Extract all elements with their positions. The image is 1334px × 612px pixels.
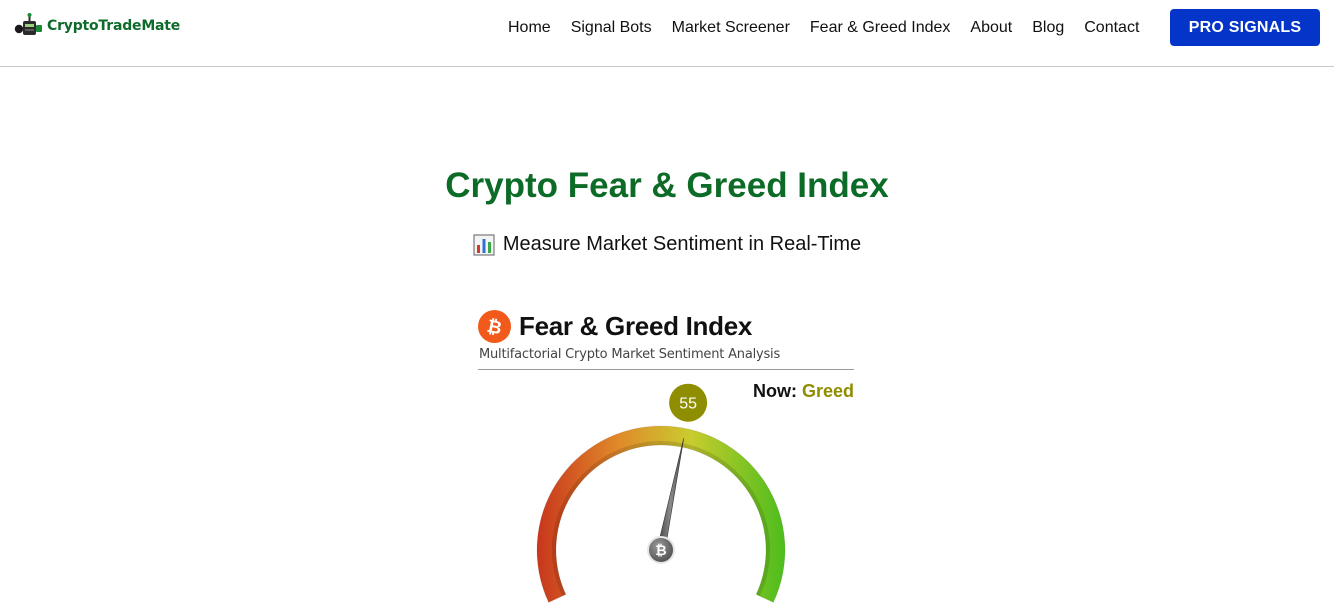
robot-logo-icon (14, 13, 42, 35)
page-title: Crypto Fear & Greed Index (445, 166, 889, 205)
nav-link-signal-bots[interactable]: Signal Bots (571, 19, 652, 37)
nav-link-blog[interactable]: Blog (1032, 19, 1064, 37)
gauge-needle (656, 438, 685, 552)
site-header: CryptoTradeMate Home Signal Bots Market … (0, 0, 1334, 67)
subtitle-text: Measure Market Sentiment in Real-Time (502, 233, 862, 255)
page-subtitle: Measure Market Sentiment in Real-Time (0, 233, 1334, 256)
sentiment-gauge: ₿ 55 (536, 383, 786, 604)
pro-signals-button[interactable]: PRO SIGNALS (1170, 9, 1320, 46)
brand-name: CryptoTradeMate (47, 18, 181, 34)
bitcoin-logo-icon: ₿ (478, 310, 511, 343)
widget-divider (478, 369, 854, 370)
bar-chart-emoji-icon (473, 233, 495, 256)
widget-subtitle: Multifactorial Crypto Market Sentiment A… (479, 347, 781, 362)
nav-link-home[interactable]: Home (508, 19, 551, 37)
nav-link-market-screener[interactable]: Market Screener (672, 19, 790, 37)
nav-link-about[interactable]: About (970, 19, 1012, 37)
site-logo[interactable]: CryptoTradeMate (14, 12, 180, 40)
widget-header: ₿ Fear & Greed Index (478, 310, 752, 343)
fear-greed-widget: ₿ Fear & Greed Index Multifactorial Cryp… (478, 308, 856, 612)
widget-title: Fear & Greed Index (519, 311, 753, 341)
gauge-scale-arc (536, 425, 786, 604)
main-nav: Home Signal Bots Market Screener Fear & … (508, 17, 1159, 39)
hub-bitcoin-icon: ₿ (655, 543, 666, 559)
nav-link-contact[interactable]: Contact (1084, 19, 1139, 37)
gauge-value: 55 (679, 396, 697, 413)
nav-link-fear-greed-index[interactable]: Fear & Greed Index (810, 19, 951, 37)
